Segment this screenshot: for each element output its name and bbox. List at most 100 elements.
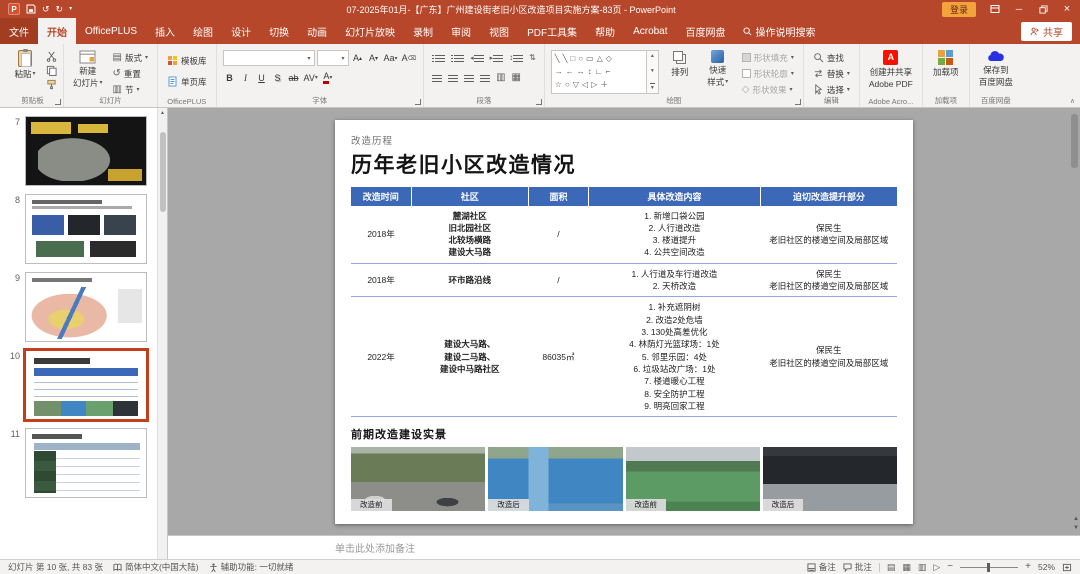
single-page-library-button[interactable]: 单页库 <box>164 74 210 89</box>
align-right-button[interactable] <box>462 71 476 85</box>
numbering-button[interactable] <box>449 51 466 65</box>
tab-design[interactable]: 设计 <box>222 18 260 44</box>
strikethrough-button[interactable]: ab <box>287 70 301 85</box>
accessibility-status[interactable]: 辅助功能: 一切就绪 <box>209 561 293 573</box>
fit-to-window-icon[interactable] <box>1062 563 1072 572</box>
zoom-slider[interactable] <box>960 562 1019 572</box>
text-shadow-button[interactable]: S <box>271 70 285 85</box>
tab-slideshow[interactable]: 幻灯片放映 <box>336 18 404 44</box>
tab-file[interactable]: 文件 <box>0 18 38 44</box>
slide-kicker[interactable]: 改造历程 <box>351 133 897 147</box>
align-left-button[interactable] <box>430 71 444 85</box>
italic-button[interactable]: I <box>239 70 253 85</box>
tab-draw[interactable]: 绘图 <box>184 18 222 44</box>
next-slide-icon[interactable]: ▼ <box>1073 525 1079 531</box>
zoom-slider-thumb[interactable] <box>986 562 990 572</box>
tab-help[interactable]: 帮助 <box>586 18 624 44</box>
increase-font-size-button[interactable]: A ▴ <box>351 51 365 66</box>
minimize-button[interactable]: ─ <box>1008 1 1030 17</box>
share-button[interactable]: 共享 <box>1021 21 1072 41</box>
clipboard-dialog-launcher-icon[interactable] <box>55 99 61 105</box>
spelling-status[interactable]: 简体中文(中国大陆) <box>113 561 199 573</box>
tab-review[interactable]: 审阅 <box>442 18 480 44</box>
scroll-up-icon[interactable]: ▲ <box>160 108 165 118</box>
photo-after-corner[interactable]: 改造后 <box>762 447 897 512</box>
find-button[interactable]: 查找 <box>810 50 853 65</box>
scroll-up-icon[interactable]: ▲ <box>650 53 655 59</box>
tab-animations[interactable]: 动画 <box>298 18 336 44</box>
slideshow-view-icon[interactable]: ▷ <box>933 562 940 572</box>
photo-after-court[interactable]: 改造后 <box>488 447 623 512</box>
tab-acrobat[interactable]: Acrobat <box>624 18 676 44</box>
canvas-scrollbar[interactable] <box>1070 110 1079 533</box>
redo-icon[interactable]: ↻ <box>56 4 64 14</box>
smartart-button[interactable]: ▦ <box>510 71 523 85</box>
font-dialog-launcher-icon[interactable] <box>415 99 422 105</box>
bold-button[interactable]: B <box>223 70 237 85</box>
cut-icon[interactable] <box>46 51 57 62</box>
current-slide[interactable]: 改造历程 历年老旧小区改造情况 改造时间 社区 面积 具体改造内容 迫切改造提升… <box>335 119 913 524</box>
zoom-in-icon[interactable]: + <box>1025 562 1031 572</box>
text-direction-button[interactable]: ⇅ <box>527 51 538 65</box>
slide-title[interactable]: 历年老旧小区改造情况 <box>351 149 897 179</box>
save-to-baidu-netdisk-button[interactable]: 保存到 百度网盘 <box>976 47 1016 87</box>
slide-11-thumbnail[interactable] <box>25 428 147 498</box>
notes-pane[interactable]: 单击此处添加备注 <box>168 535 1080 559</box>
template-library-button[interactable]: 模板库 <box>164 53 210 68</box>
save-icon[interactable] <box>26 4 36 14</box>
close-button[interactable]: × <box>1056 1 1078 17</box>
tab-insert[interactable]: 插入 <box>146 18 184 44</box>
photo-before-street[interactable]: 改造前 <box>351 447 486 512</box>
slide-10-thumbnail-selected[interactable] <box>23 348 149 422</box>
slide-8-thumbnail[interactable] <box>25 194 147 264</box>
character-spacing-button[interactable]: AV ▾ <box>303 70 319 85</box>
clear-formatting-icon[interactable]: A ⌫ <box>401 51 418 66</box>
layout-button[interactable]: ▤ 版式 ▾ <box>110 50 151 65</box>
gallery-more-icon[interactable]: ▼ <box>649 83 655 91</box>
reset-button[interactable]: ↺ 重置 <box>110 66 151 81</box>
scrollbar-thumb[interactable] <box>1071 114 1078 168</box>
tab-pdf-tools[interactable]: PDF工具集 <box>518 18 586 44</box>
drawing-dialog-launcher-icon[interactable] <box>794 99 801 105</box>
align-center-button[interactable] <box>446 71 460 85</box>
renovation-table[interactable]: 改造时间 社区 面积 具体改造内容 迫切改造提升部分 2018年 麓湖社区 旧北… <box>351 186 897 418</box>
collapse-ribbon-icon[interactable]: ∧ <box>1070 97 1075 105</box>
undo-icon[interactable]: ↺ <box>42 4 50 14</box>
comments-toggle-button[interactable]: 批注 <box>843 561 872 573</box>
paragraph-dialog-launcher-icon[interactable] <box>535 99 542 105</box>
line-spacing-button[interactable]: ↕ <box>507 51 525 65</box>
zoom-out-icon[interactable]: − <box>947 562 953 572</box>
copy-icon[interactable] <box>46 65 57 76</box>
shape-fill-button[interactable]: 形状填充 ▾ <box>739 50 797 65</box>
font-size-combobox[interactable]: ▾ <box>316 50 349 66</box>
slide-indicator[interactable]: 幻灯片 第 10 张, 共 83 张 <box>8 561 103 573</box>
arrange-button[interactable]: 排列 <box>663 47 697 77</box>
notes-toggle-button[interactable]: 备注 <box>807 561 836 573</box>
change-case-button[interactable]: Aa ▾ <box>383 51 399 66</box>
columns-button[interactable]: ▥ <box>494 71 507 85</box>
login-button[interactable]: 登录 <box>941 1 976 17</box>
scrollbar-thumb[interactable] <box>159 132 166 212</box>
font-name-combobox[interactable]: ▾ <box>222 50 315 66</box>
bullets-button[interactable] <box>430 51 447 65</box>
shapes-gallery[interactable]: ╲╲□○▭△◇ →←↔↕∟⌐ ☆○▽◁▷＋ ▲ ▼ ▼ <box>550 47 659 94</box>
create-share-adobe-pdf-button[interactable]: A 创建并共享 Adobe PDF <box>866 47 916 89</box>
qat-customize-icon[interactable]: ▾ <box>69 6 72 12</box>
normal-view-icon[interactable]: ▤ <box>887 562 896 572</box>
quick-styles-button[interactable]: 快速 样式 ▾ <box>701 47 735 87</box>
zoom-level[interactable]: 52% <box>1038 562 1055 572</box>
paste-button[interactable]: 粘贴 ▾ <box>8 47 42 79</box>
shapes-gallery-scroll[interactable]: ▲ ▼ ▼ <box>646 50 659 94</box>
thumbnail-scrollbar[interactable]: ▲ <box>157 108 167 559</box>
photo-before-court[interactable]: 改造前 <box>625 447 760 512</box>
new-slide-button[interactable]: 新建 幻灯片 ▾ <box>70 47 106 88</box>
tab-transitions[interactable]: 切换 <box>260 18 298 44</box>
slide-7-thumbnail[interactable] <box>25 116 147 186</box>
ribbon-display-options-icon[interactable] <box>984 1 1006 17</box>
reading-view-icon[interactable]: ▥ <box>918 562 927 572</box>
tab-view[interactable]: 视图 <box>480 18 518 44</box>
tab-baidu-netdisk[interactable]: 百度网盘 <box>677 18 735 44</box>
justify-button[interactable] <box>478 71 492 85</box>
restore-button[interactable] <box>1032 1 1054 17</box>
underline-button[interactable]: U <box>255 70 269 85</box>
